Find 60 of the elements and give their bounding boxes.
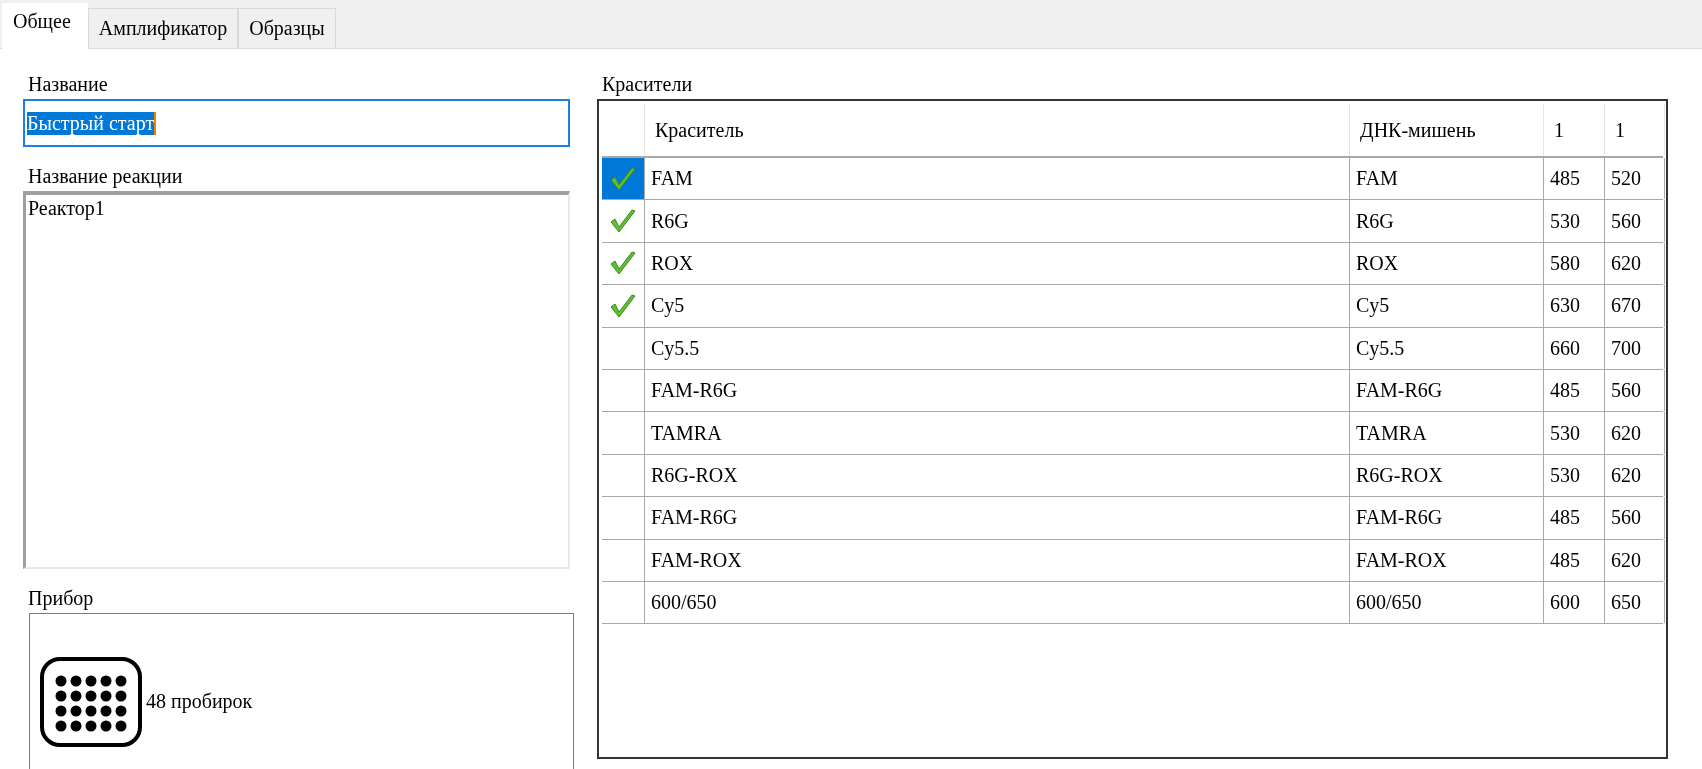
tab[interactable]: Амплификатор bbox=[87, 8, 239, 48]
table-cell: Cy5 bbox=[1350, 285, 1544, 327]
table-cell: R6G-ROX bbox=[1350, 454, 1544, 497]
table-cell: FAM-R6G bbox=[1350, 369, 1544, 412]
table-cell: ROX bbox=[645, 242, 1350, 285]
table-cell: 620 bbox=[1605, 412, 1665, 454]
check-cell[interactable] bbox=[602, 158, 645, 200]
column-header[interactable]: ДНК-мишень bbox=[1350, 104, 1544, 156]
tube-plate-icon bbox=[40, 656, 142, 747]
table-cell: 620 bbox=[1605, 539, 1665, 581]
table-cell: TAMRA bbox=[1350, 412, 1544, 454]
table-cell: FAM bbox=[645, 158, 1350, 200]
field-label: Прибор bbox=[27, 586, 95, 612]
table-cell: FAM-R6G bbox=[645, 497, 1350, 539]
column-header[interactable]: 1 bbox=[1544, 104, 1605, 156]
table-cell: 670 bbox=[1605, 285, 1665, 327]
table-cell: FAM-R6G bbox=[645, 369, 1350, 412]
field-label: Название bbox=[27, 72, 109, 97]
table-cell: 600/650 bbox=[1350, 581, 1544, 624]
table-cell: 560 bbox=[1605, 200, 1665, 242]
table-cell: R6G bbox=[645, 200, 1350, 242]
table-cell: 600/650 bbox=[645, 581, 1350, 624]
column-header[interactable]: 1 bbox=[1605, 104, 1665, 156]
table-cell: 700 bbox=[1605, 327, 1665, 369]
table-cell: 630 bbox=[1544, 285, 1605, 327]
name-input-field[interactable]: Быстрый старт bbox=[23, 99, 570, 147]
table-cell: 485 bbox=[1544, 369, 1605, 412]
tab[interactable]: Общее bbox=[2, 3, 88, 49]
table-cell: 660 bbox=[1544, 327, 1605, 369]
field-label: Название реакции bbox=[27, 164, 184, 190]
table-cell: FAM-R6G bbox=[1350, 497, 1544, 539]
table-cell: 530 bbox=[1544, 454, 1605, 497]
table-cell: 620 bbox=[1605, 242, 1665, 285]
table-cell: 560 bbox=[1605, 497, 1665, 539]
table-cell: FAM-ROX bbox=[645, 539, 1350, 581]
tab[interactable]: Образцы bbox=[238, 8, 336, 48]
table-label: Красители bbox=[601, 72, 694, 98]
table-cell: 530 bbox=[1544, 200, 1605, 242]
table-cell: R6G-ROX bbox=[645, 454, 1350, 497]
table-cell: FAM-ROX bbox=[1350, 539, 1544, 581]
table-cell: 485 bbox=[1544, 158, 1605, 200]
table-cell: ROX bbox=[1350, 242, 1544, 285]
table-cell: 620 bbox=[1605, 454, 1665, 497]
table-cell: FAM bbox=[1350, 158, 1544, 200]
table-cell: R6G bbox=[1350, 200, 1544, 242]
table-cell: 650 bbox=[1605, 581, 1665, 624]
table-cell: 485 bbox=[1544, 497, 1605, 539]
table-cell: Cy5.5 bbox=[645, 327, 1350, 369]
device-name: 48 пробирок bbox=[146, 690, 253, 713]
reaction-name-field[interactable]: Реактор1 bbox=[23, 191, 570, 569]
table-cell: 520 bbox=[1605, 158, 1665, 200]
table-cell: Cy5.5 bbox=[1350, 327, 1544, 369]
table-cell: TAMRA bbox=[645, 412, 1350, 454]
table-cell: 560 bbox=[1605, 369, 1665, 412]
table-cell: 530 bbox=[1544, 412, 1605, 454]
table-cell: 600 bbox=[1544, 581, 1605, 624]
table-cell: 485 bbox=[1544, 539, 1605, 581]
column-header[interactable]: Краситель bbox=[645, 104, 1350, 156]
table-cell: Cy5 bbox=[645, 285, 1350, 327]
table-cell: 580 bbox=[1544, 242, 1605, 285]
